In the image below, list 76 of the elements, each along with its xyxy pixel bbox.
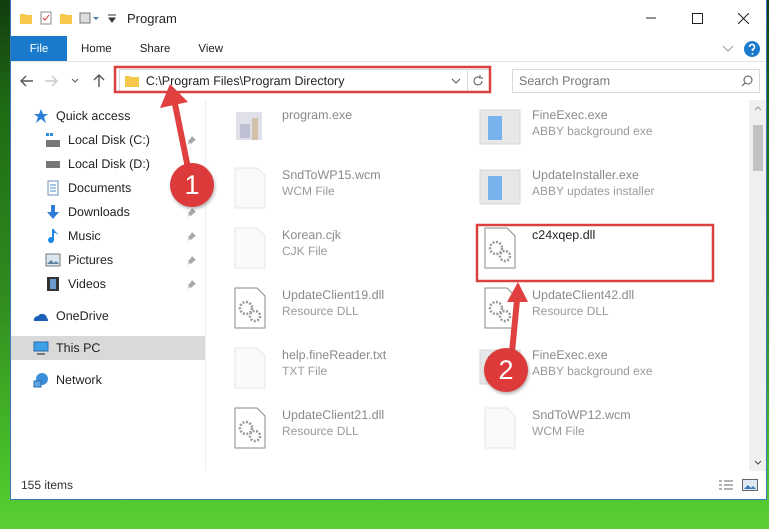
sidebar-label: Videos	[68, 277, 106, 291]
file-type: ABBY background exe	[532, 364, 653, 378]
sidebar-item[interactable]: Documents	[11, 176, 140, 200]
file-type: WCM File	[282, 184, 336, 198]
pointer-arrow	[507, 282, 528, 352]
view-dropdown-icon[interactable]	[79, 11, 101, 25]
drive-icon	[45, 160, 61, 168]
sidebar-item[interactable]: Local Disk (C:)	[11, 128, 205, 152]
pin-icon	[187, 207, 197, 217]
scroll-down-icon	[754, 460, 762, 465]
sidebar-label: Local Disk (D:)	[68, 157, 150, 171]
sidebar-label: Network	[56, 373, 102, 387]
picture-icon	[45, 252, 61, 268]
sidebar-label: Pictures	[68, 253, 114, 267]
sidebar-item[interactable]: OneDrive	[11, 304, 117, 328]
sidebar-label: Downloads	[68, 205, 130, 219]
forward-arrow-icon	[44, 75, 58, 87]
file-type: Resource DLL	[282, 304, 360, 318]
file-tab[interactable]: File	[11, 36, 67, 61]
search-icon	[740, 75, 753, 87]
scroll-thumb[interactable]	[752, 125, 762, 171]
close-icon	[738, 12, 748, 24]
document-icon	[45, 180, 61, 196]
item-count: 155 items	[21, 478, 74, 492]
ribbon-tab[interactable]: Share	[126, 36, 184, 61]
file-type: Resource DLL	[532, 304, 610, 318]
file-type: WCM File	[532, 424, 586, 438]
file-type: ABBY background exe	[532, 124, 653, 138]
file-name[interactable]: c24xqep.dll	[532, 228, 596, 242]
drive-icon	[45, 132, 61, 148]
folder-icon	[19, 11, 33, 25]
pin-icon	[187, 279, 197, 289]
sidebar-label: This PC	[56, 341, 100, 355]
large-icons-view-icon[interactable]	[742, 479, 758, 491]
details-view-icon[interactable]	[718, 479, 734, 491]
sidebar-item[interactable]: Videos	[11, 272, 205, 296]
chevron-down-icon	[70, 78, 79, 84]
download-icon	[45, 204, 61, 220]
ribbon-tab[interactable]: Home	[67, 36, 126, 61]
folder-icon	[124, 74, 140, 88]
sidebar-item[interactable]: This PC	[11, 336, 205, 360]
file-type: Resource DLL	[282, 424, 360, 438]
window-title: Program	[127, 10, 177, 26]
sidebar-label: Documents	[68, 181, 132, 195]
scrollbar[interactable]	[749, 100, 766, 471]
sidebar-label: Quick access	[56, 109, 130, 123]
file-type: TXT File	[282, 364, 328, 378]
film-icon	[45, 276, 61, 292]
pin-icon	[187, 255, 197, 265]
search-field[interactable]: Search Program	[512, 69, 760, 93]
expand-ribbon-icon[interactable]	[722, 44, 734, 52]
help-icon[interactable]	[744, 40, 760, 56]
pin-icon	[187, 135, 197, 145]
network-icon	[33, 372, 49, 388]
sidebar-label: Music	[68, 229, 101, 243]
back-arrow-icon	[20, 75, 34, 87]
maximize-icon	[692, 12, 702, 24]
pin-icon	[187, 231, 197, 241]
file-type: ABBY updates installer	[532, 184, 655, 198]
monitor-icon	[33, 340, 49, 356]
star-icon	[33, 108, 49, 124]
sidebar-item[interactable]: Local Disk (D:)	[11, 152, 158, 176]
sidebar-item[interactable]: Quick access	[11, 104, 138, 128]
sidebar-item[interactable]: Pictures	[11, 248, 205, 272]
sidebar-item[interactable]: Music	[11, 224, 205, 248]
sidebar-label: OneDrive	[56, 309, 109, 323]
scroll-up-icon	[754, 106, 762, 111]
address-path: C:\Program Files\Program Directory	[146, 74, 346, 88]
refresh-icon	[472, 75, 484, 87]
ribbon-tab[interactable]: View	[184, 36, 238, 61]
sidebar-item[interactable]: Network	[11, 368, 110, 392]
properties-icon[interactable]	[39, 11, 53, 25]
sidebar-label: Local Disk (C:)	[68, 133, 150, 147]
up-arrow-icon	[92, 74, 105, 88]
chevron-down-icon[interactable]	[450, 78, 461, 84]
file-type: CJK File	[282, 244, 328, 258]
